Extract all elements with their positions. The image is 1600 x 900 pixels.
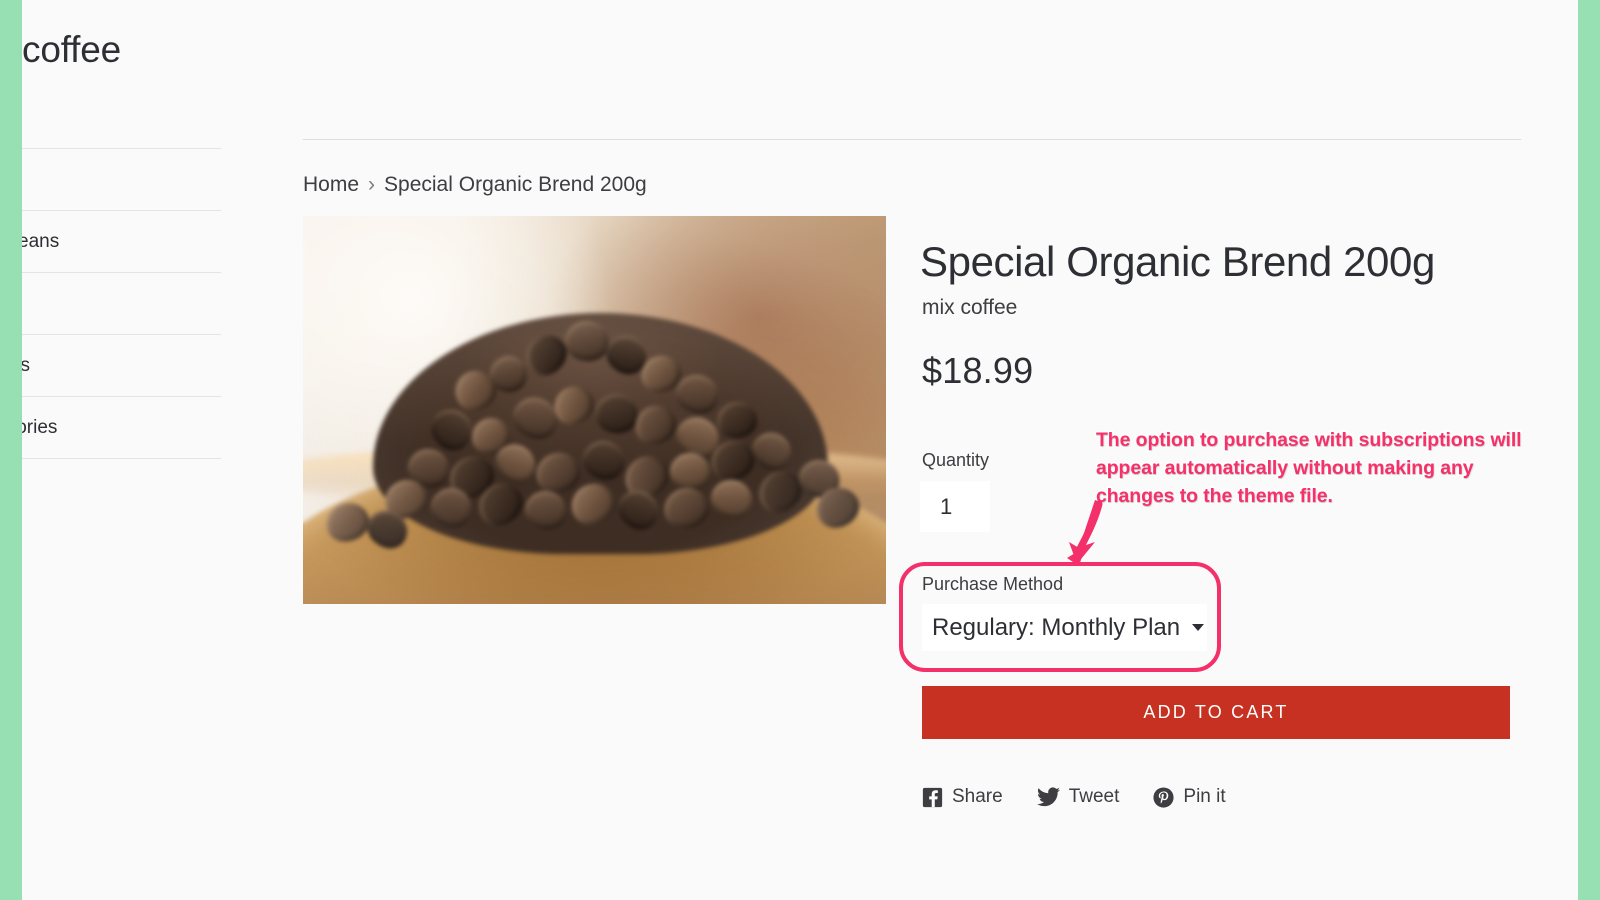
breadcrumb-current: Special Organic Brend 200g <box>384 173 647 196</box>
share-row: Share Tweet Pin it <box>922 786 1226 808</box>
twitter-icon <box>1036 787 1060 807</box>
chevron-down-icon <box>1192 624 1205 631</box>
sidebar-item-galleries[interactable]: Galleries <box>0 335 221 398</box>
product-image[interactable] <box>303 216 886 604</box>
share-pinterest-label: Pin it <box>1183 786 1226 807</box>
right-edge-band <box>1578 0 1600 900</box>
sidebar: mix coffee Home Coffe Beans Cups Galleri… <box>0 0 266 900</box>
breadcrumb: Home › Special Organic Brend 200g <box>303 173 647 197</box>
sidebar-item-home[interactable]: Home <box>0 149 221 212</box>
purchase-method-group: Purchase Method Regulary: Monthly Plan <box>922 574 1207 651</box>
quantity-input[interactable] <box>920 481 990 532</box>
left-edge-band <box>0 0 22 900</box>
screenshot-viewport: mix coffee Home Coffe Beans Cups Galleri… <box>0 0 1600 900</box>
purchase-method-value: Regulary: Monthly Plan <box>932 613 1181 641</box>
breadcrumb-separator: › <box>368 173 376 196</box>
main-navigation: Home Coffe Beans Cups Galleries Accessor… <box>0 148 221 460</box>
facebook-icon <box>922 787 943 808</box>
page-title: Special Organic Brend 200g <box>920 238 1435 285</box>
breadcrumb-home-link[interactable]: Home <box>303 173 359 196</box>
sidebar-item-cups[interactable]: Cups <box>0 273 221 336</box>
product-vendor: mix coffee <box>922 296 1018 319</box>
quantity-label: Quantity <box>922 450 990 470</box>
share-pinterest-button[interactable]: Pin it <box>1153 786 1226 808</box>
sidebar-item-accessories[interactable]: Accessories <box>0 397 221 460</box>
share-facebook-label: Share <box>952 786 1003 807</box>
product-price: $18.99 <box>922 350 1034 391</box>
share-facebook-button[interactable]: Share <box>922 786 1003 808</box>
header-divider <box>303 139 1521 140</box>
photo-vignette <box>303 216 886 604</box>
add-to-cart-button[interactable]: ADD TO CART <box>922 686 1510 739</box>
store-title: mix coffee <box>0 29 121 70</box>
main-content: Home › Special Organic Brend 200g Specia… <box>290 0 1580 900</box>
pinterest-icon <box>1153 786 1174 808</box>
storefront-page: mix coffee Home Coffe Beans Cups Galleri… <box>0 0 1600 900</box>
purchase-method-label: Purchase Method <box>922 574 1064 594</box>
share-twitter-label: Tweet <box>1068 786 1120 807</box>
purchase-method-selector[interactable]: Regulary: Monthly Plan <box>922 604 1207 651</box>
share-twitter-button[interactable]: Tweet <box>1036 786 1120 808</box>
coffee-beans-photo <box>303 216 886 604</box>
sidebar-item-coffe-beans[interactable]: Coffe Beans <box>0 211 221 274</box>
